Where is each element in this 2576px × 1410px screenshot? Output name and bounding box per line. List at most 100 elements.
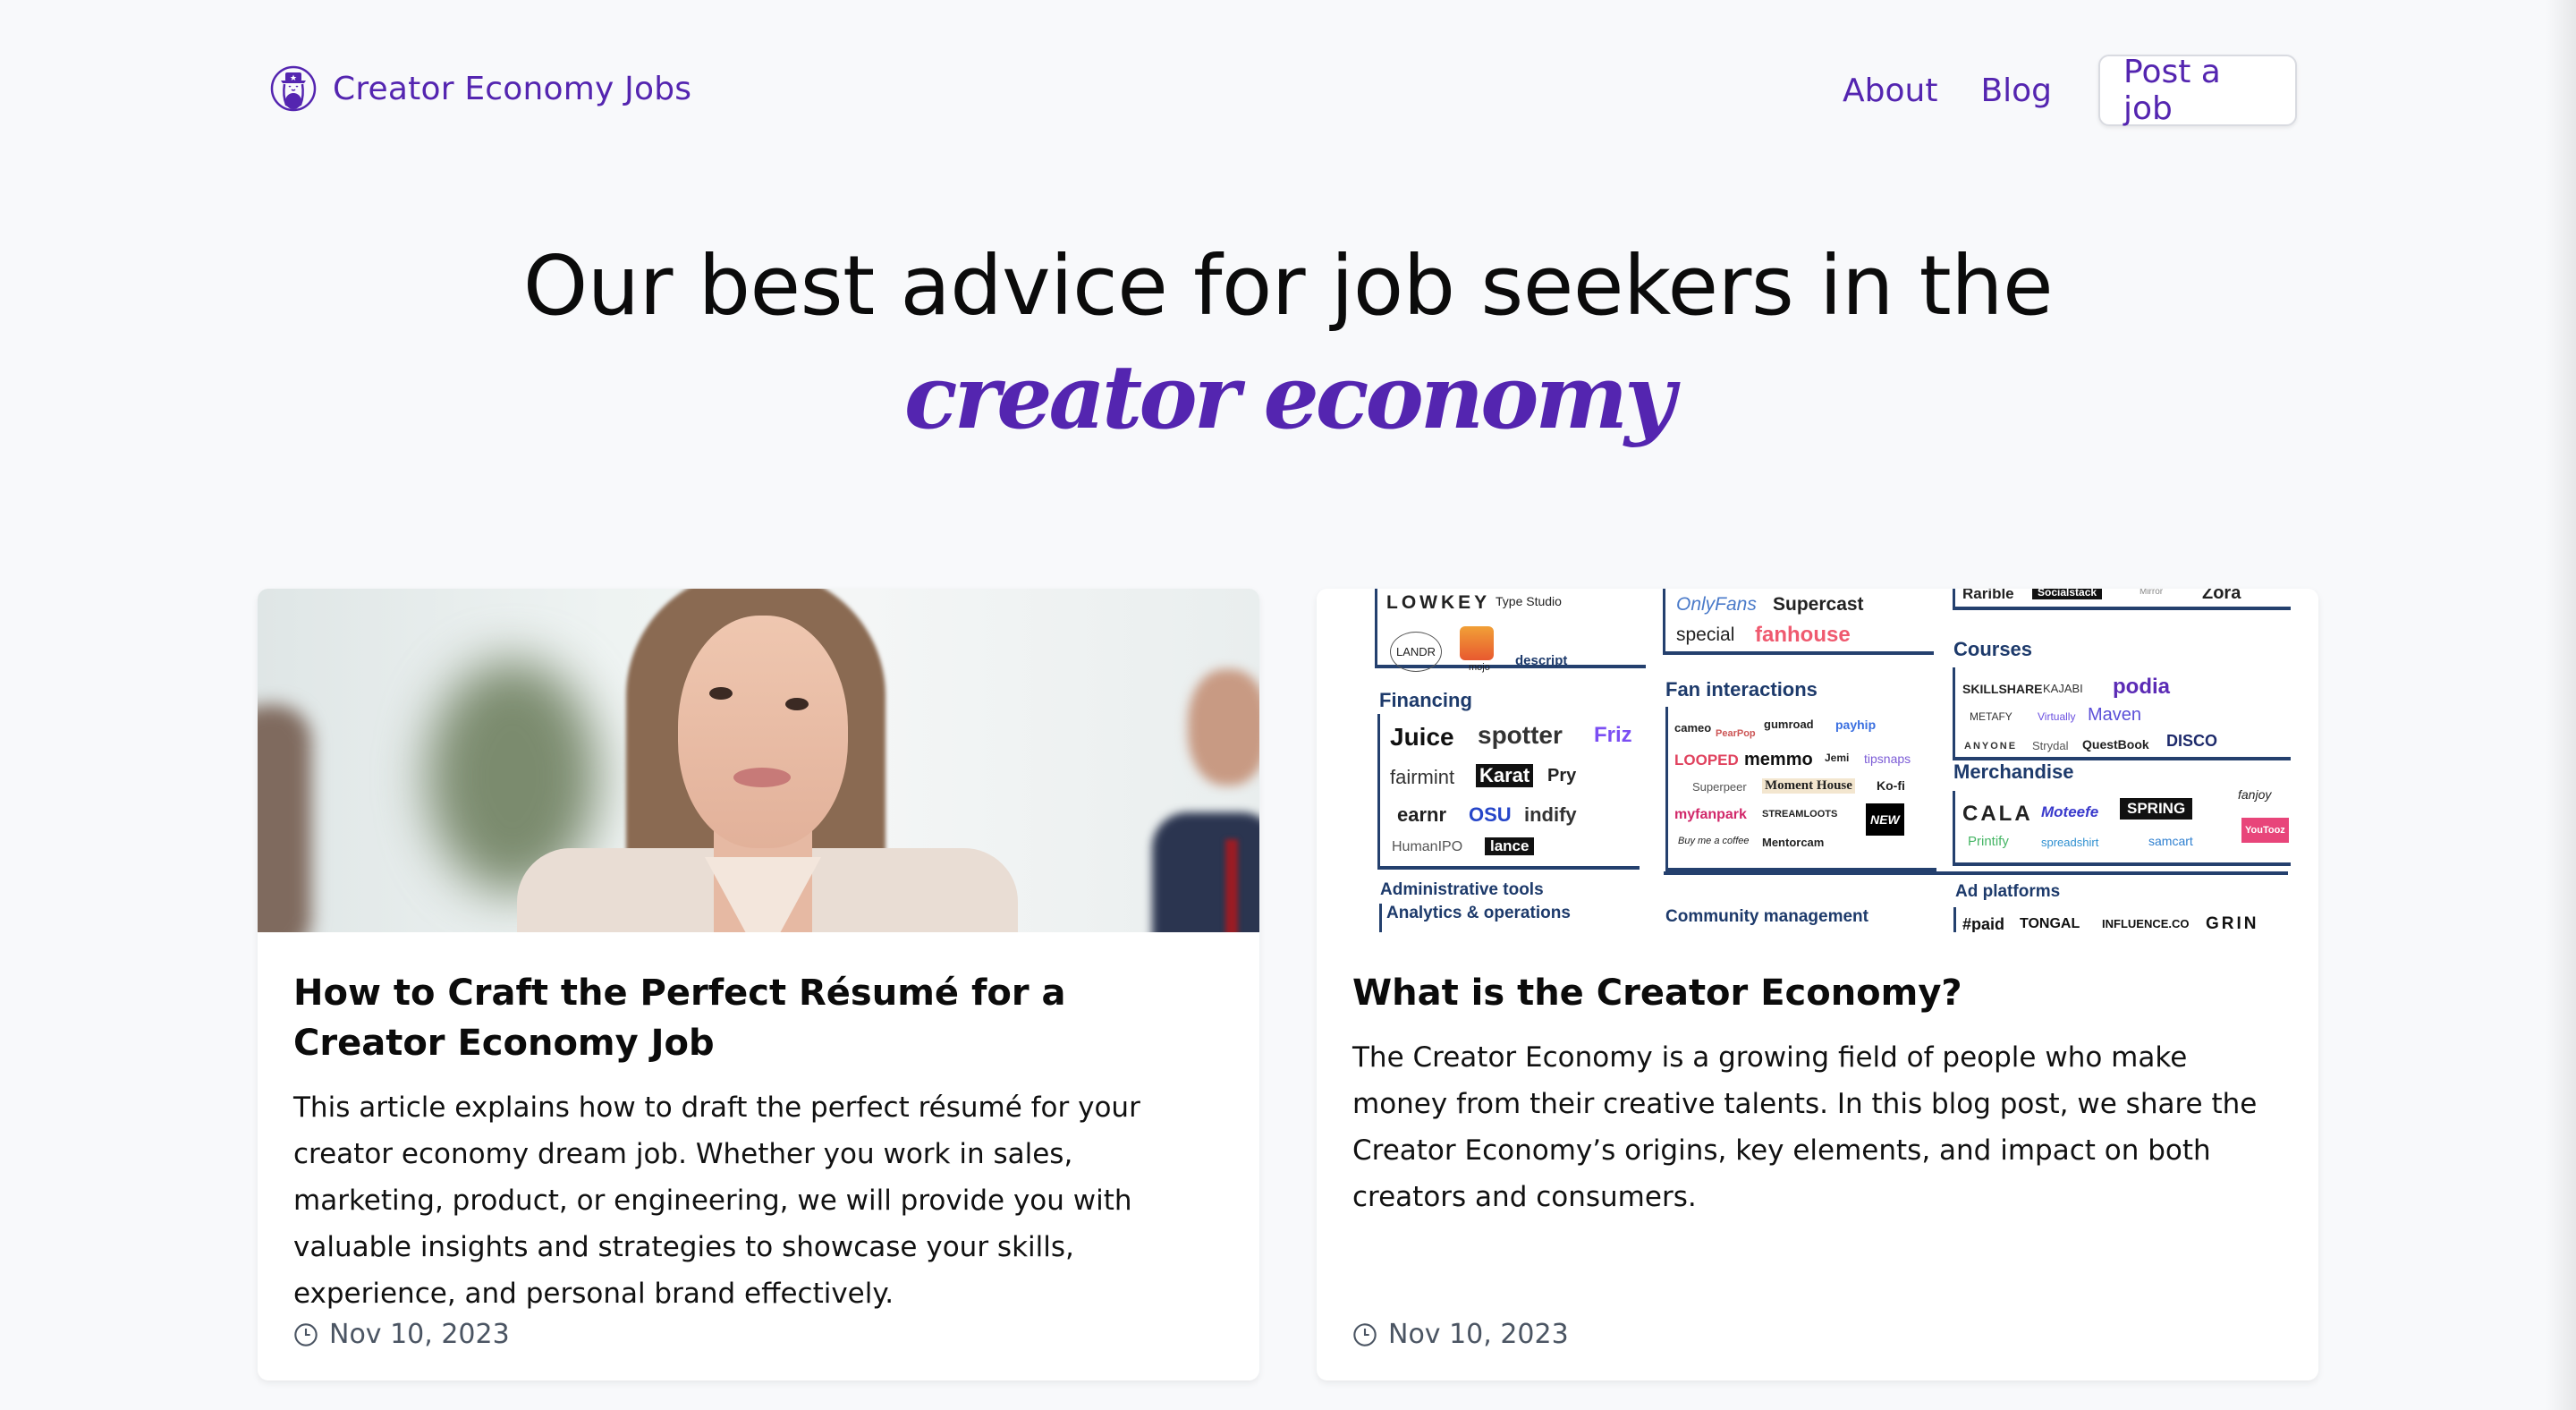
market-map-logo: STREAMLOOTS	[1762, 809, 1838, 820]
market-map-logo: QuestBook	[2082, 737, 2149, 752]
market-map-logo: METAFY	[1970, 710, 2012, 723]
market-map-logo	[1460, 626, 1494, 660]
main-nav: About Blog Post a job	[1843, 54, 2298, 127]
market-map-logo: LANDR	[1390, 632, 1443, 672]
market-map-category-heading: Community management	[1665, 907, 1868, 926]
post-excerpt: The Creator Economy is a growing field o…	[1352, 1041, 2258, 1213]
market-map-logo: OSU	[1469, 803, 1512, 826]
market-map-logo: cameo	[1674, 721, 1712, 735]
blog-post-card[interactable]: LOWKEY Type Studio LANDR mojo descript F…	[1317, 589, 2318, 1380]
market-map-logo: Zora	[2202, 589, 2241, 603]
page-title-highlight: creator economy	[903, 346, 1675, 449]
market-map-logo: memmo	[1744, 750, 1813, 769]
market-map-category-heading: Analytics & operations	[1386, 904, 1571, 922]
market-map-logo: Buy me a coffee	[1678, 836, 1750, 846]
market-map-logo: spreadshirt	[2041, 836, 2099, 849]
market-map-logo: Supercast	[1773, 594, 1864, 615]
market-map-category-heading: Merchandise	[1953, 760, 2074, 783]
market-map-image: LOWKEY Type Studio LANDR mojo descript F…	[1317, 589, 2318, 932]
photo-shape	[1225, 839, 1238, 932]
market-map-logo: myfanpark	[1674, 807, 1747, 822]
market-map-logo: Type Studio	[1496, 594, 1562, 608]
market-map-logo: tipsnaps	[1864, 752, 1911, 766]
photo-shape	[1152, 812, 1259, 932]
market-map-logo: earnr	[1397, 803, 1447, 826]
market-map-logo: SPRING	[2120, 798, 2193, 820]
post-thumbnail[interactable]	[258, 589, 1259, 932]
market-map-logo: fairmint	[1390, 766, 1455, 788]
post-excerpt: This article explains how to draft the p…	[293, 1091, 1140, 1310]
site-header: Creator Economy Jobs About Blog Post a j…	[0, 0, 2576, 179]
market-map-category-heading: Fan interactions	[1665, 678, 1818, 701]
market-map-logo: LOWKEY	[1386, 592, 1491, 613]
market-map-logo: Moteefe	[2041, 803, 2099, 820]
market-map-logo: Mirror	[2140, 589, 2164, 597]
market-map-logo: HumanIPO	[1392, 839, 1463, 854]
market-map-logo: Jemi	[1825, 752, 1850, 764]
market-map-logo: TONGAL	[2020, 916, 2080, 931]
clock-icon	[1353, 1322, 1377, 1346]
market-map-logo: KAJABI	[2043, 682, 2083, 695]
blog-post-card[interactable]: How to Craft the Perfect Résumé for a Cr…	[258, 589, 1259, 1380]
market-map-logo: Mentorcam	[1762, 836, 1825, 849]
market-map-logo: YouTooz	[2241, 818, 2289, 843]
photo-shape	[1188, 669, 1259, 786]
market-map-logo: fanjoy	[2238, 787, 2272, 802]
market-map-logo: DISCO	[2166, 732, 2218, 750]
market-map-logo: Superpeer	[1692, 780, 1747, 794]
market-map-logo: Rarible	[1962, 589, 2014, 602]
photo-shape	[785, 698, 809, 710]
market-map-category-heading: Financing	[1379, 689, 1472, 711]
page-title: Our best advice for job seekers in the	[522, 238, 2054, 334]
post-title[interactable]: How to Craft the Perfect Résumé for a Cr…	[293, 968, 1224, 1068]
photo-shape	[733, 768, 791, 787]
post-date: Nov 10, 2023	[293, 1319, 510, 1350]
market-map-logo: CALA	[1962, 802, 2033, 826]
market-map-logo: gumroad	[1764, 718, 1814, 731]
market-map-logo: fanhouse	[1755, 623, 1851, 647]
market-map-logo: descript	[1515, 653, 1568, 668]
market-map-logo: Pry	[1547, 766, 1577, 786]
photo-shape	[258, 705, 311, 932]
market-map-category-heading: Administrative tools	[1380, 880, 1544, 899]
market-map-logo: ANYONE	[1964, 741, 2018, 752]
market-map-logo: #paid	[1962, 915, 2005, 932]
post-thumbnail[interactable]: LOWKEY Type Studio LANDR mojo descript F…	[1317, 589, 2318, 932]
market-map-logo: Ko-fi	[1877, 778, 1905, 793]
cowboy-mascot-icon	[270, 65, 317, 112]
market-map-logo: LOOPED	[1674, 752, 1739, 769]
market-map-logo: SKILLSHARE	[1962, 682, 2043, 696]
blog-post-list: How to Craft the Perfect Résumé for a Cr…	[258, 589, 2376, 1380]
woman-portrait-photo	[258, 589, 1259, 932]
market-map-logo: mojo	[1469, 662, 1490, 673]
market-map-logo: Karat	[1476, 764, 1534, 787]
market-map-logo: Juice	[1390, 723, 1454, 751]
market-map-category-heading: Courses	[1953, 638, 2033, 660]
post-a-job-button[interactable]: Post a job	[2098, 54, 2298, 127]
clock-icon	[294, 1322, 318, 1346]
market-map-logo: indify	[1524, 803, 1577, 826]
market-map-logo: Friz	[1594, 723, 1632, 747]
page-edge-shadow	[2546, 0, 2576, 1410]
nav-blog-link[interactable]: Blog	[1980, 72, 2052, 109]
brand-name: Creator Economy Jobs	[333, 70, 692, 107]
market-map-logo: samcart	[2148, 834, 2193, 848]
brand-home-link[interactable]: Creator Economy Jobs	[270, 65, 691, 112]
market-map-logo: Moment House	[1762, 778, 1855, 794]
market-map-logo: Virtually	[2038, 710, 2076, 723]
nav-about-link[interactable]: About	[1843, 72, 1937, 109]
market-map-logo: podia	[2113, 675, 2170, 699]
post-date: Nov 10, 2023	[1352, 1319, 1569, 1350]
photo-shape	[709, 687, 733, 700]
post-title[interactable]: What is the Creator Economy?	[1352, 968, 2283, 1018]
market-map-logo: GRIN	[2206, 914, 2259, 932]
market-map-logo: Maven	[2088, 705, 2142, 725]
market-map-logo: special	[1676, 624, 1735, 645]
market-map-logo: NEW	[1866, 803, 1904, 836]
market-map-logo: Printify	[1968, 834, 2009, 849]
market-map-logo: lance	[1485, 837, 1535, 855]
market-map-logo: Strydal	[2032, 739, 2069, 752]
hero: Our best advice for job seekers in the c…	[0, 228, 2576, 452]
market-map-logo: INFLUENCE.CO	[2102, 917, 2190, 930]
market-map-logo: spotter	[1478, 721, 1563, 749]
